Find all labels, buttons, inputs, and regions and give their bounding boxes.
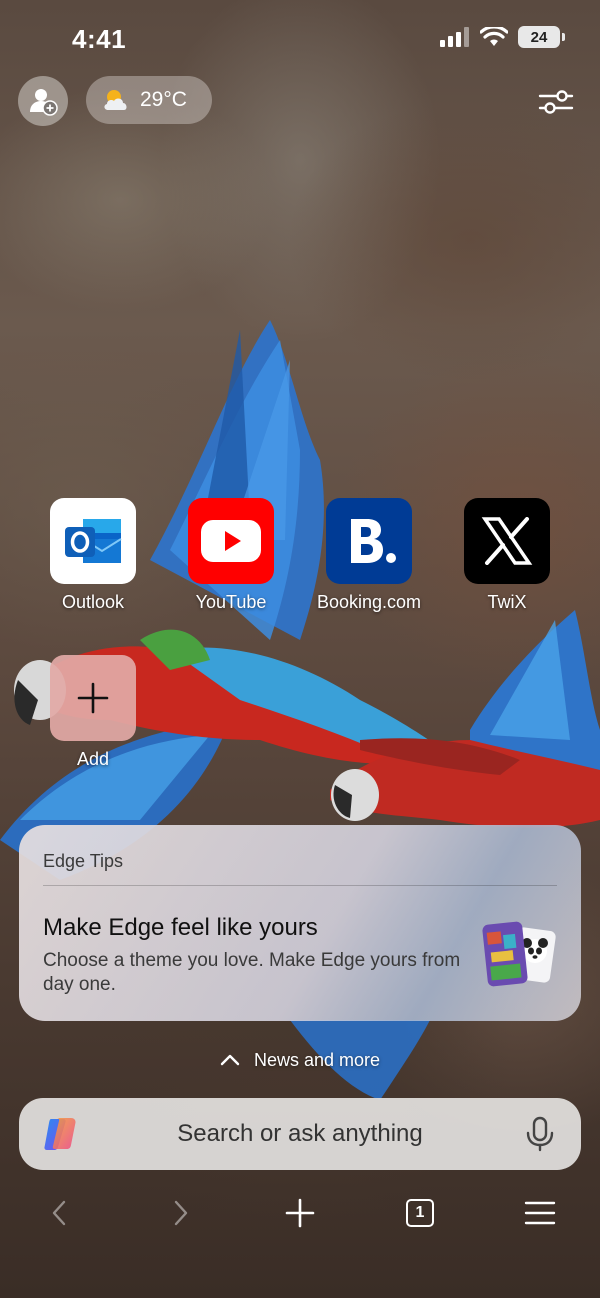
weather-pill[interactable]: 29°C — [86, 76, 212, 124]
chevron-right-icon — [174, 1200, 188, 1226]
shortcut-add[interactable]: Add — [28, 655, 158, 770]
hamburger-menu-icon — [524, 1201, 556, 1225]
edge-tips-card[interactable]: Edge Tips Make Edge feel like yours Choo… — [19, 825, 581, 1021]
search-input[interactable]: Search or ask anything — [19, 1120, 581, 1148]
forward-button[interactable] — [158, 1190, 204, 1236]
youtube-icon — [201, 520, 261, 562]
booking-tile[interactable] — [326, 498, 412, 584]
chevron-left-icon — [52, 1200, 66, 1226]
search-bar[interactable]: Search or ask anything — [19, 1098, 581, 1170]
divider — [43, 885, 557, 886]
chevron-up-icon — [220, 1054, 240, 1066]
shortcut-label: Booking.com — [316, 592, 422, 612]
theme-thumbnail-icon — [482, 921, 556, 987]
tab-count-icon: 1 — [406, 1199, 434, 1227]
shortcut-youtube[interactable]: YouTube — [166, 498, 296, 613]
plus-icon — [285, 1198, 315, 1228]
menu-button[interactable] — [517, 1190, 563, 1236]
shortcut-label: Add — [76, 749, 110, 769]
tips-title: Make Edge feel like yours — [43, 914, 318, 941]
wifi-icon — [480, 27, 508, 46]
outlook-tile[interactable] — [50, 498, 136, 584]
shortcut-label: TwiX — [487, 592, 527, 612]
page-settings-button[interactable] — [536, 82, 576, 122]
profile-button[interactable] — [18, 76, 68, 126]
shortcut-booking[interactable]: Booking.com — [304, 498, 434, 613]
battery-icon: 24 — [518, 26, 565, 48]
partly-cloudy-icon — [104, 90, 127, 110]
tips-header: Edge Tips — [43, 851, 124, 871]
shortcut-outlook[interactable]: Outlook — [28, 498, 158, 613]
microphone-icon[interactable] — [525, 1116, 555, 1152]
status-icons: 24 — [440, 26, 565, 48]
back-button[interactable] — [36, 1190, 82, 1236]
status-bar: 4:41 24 — [0, 0, 600, 80]
tab-count: 1 — [415, 1204, 425, 1221]
shortcut-label: YouTube — [195, 592, 267, 612]
news-label: News and more — [253, 1049, 381, 1070]
status-time: 4:41 — [72, 24, 127, 54]
shortcut-twix[interactable]: TwiX — [442, 498, 572, 613]
x-icon — [481, 517, 533, 565]
new-tab-button[interactable] — [277, 1190, 323, 1236]
weather-temperature: 29°C — [140, 88, 187, 111]
plus-icon — [77, 682, 109, 714]
sliders-icon — [538, 90, 574, 114]
battery-level: 24 — [530, 28, 548, 46]
add-shortcut-tile[interactable] — [50, 655, 136, 741]
profile-add-icon — [30, 89, 58, 116]
tips-body: Choose a theme you love. Make Edge yours… — [43, 950, 461, 995]
youtube-tile[interactable] — [188, 498, 274, 584]
shortcut-label: Outlook — [61, 592, 125, 612]
outlook-icon — [65, 519, 122, 563]
news-and-more-toggle[interactable]: News and more — [0, 1046, 600, 1074]
cellular-signal-icon — [440, 27, 469, 47]
x-tile[interactable] — [464, 498, 550, 584]
bottom-navigation: 1 — [0, 1190, 600, 1236]
booking-icon — [351, 519, 396, 563]
tabs-button[interactable]: 1 — [397, 1190, 443, 1236]
